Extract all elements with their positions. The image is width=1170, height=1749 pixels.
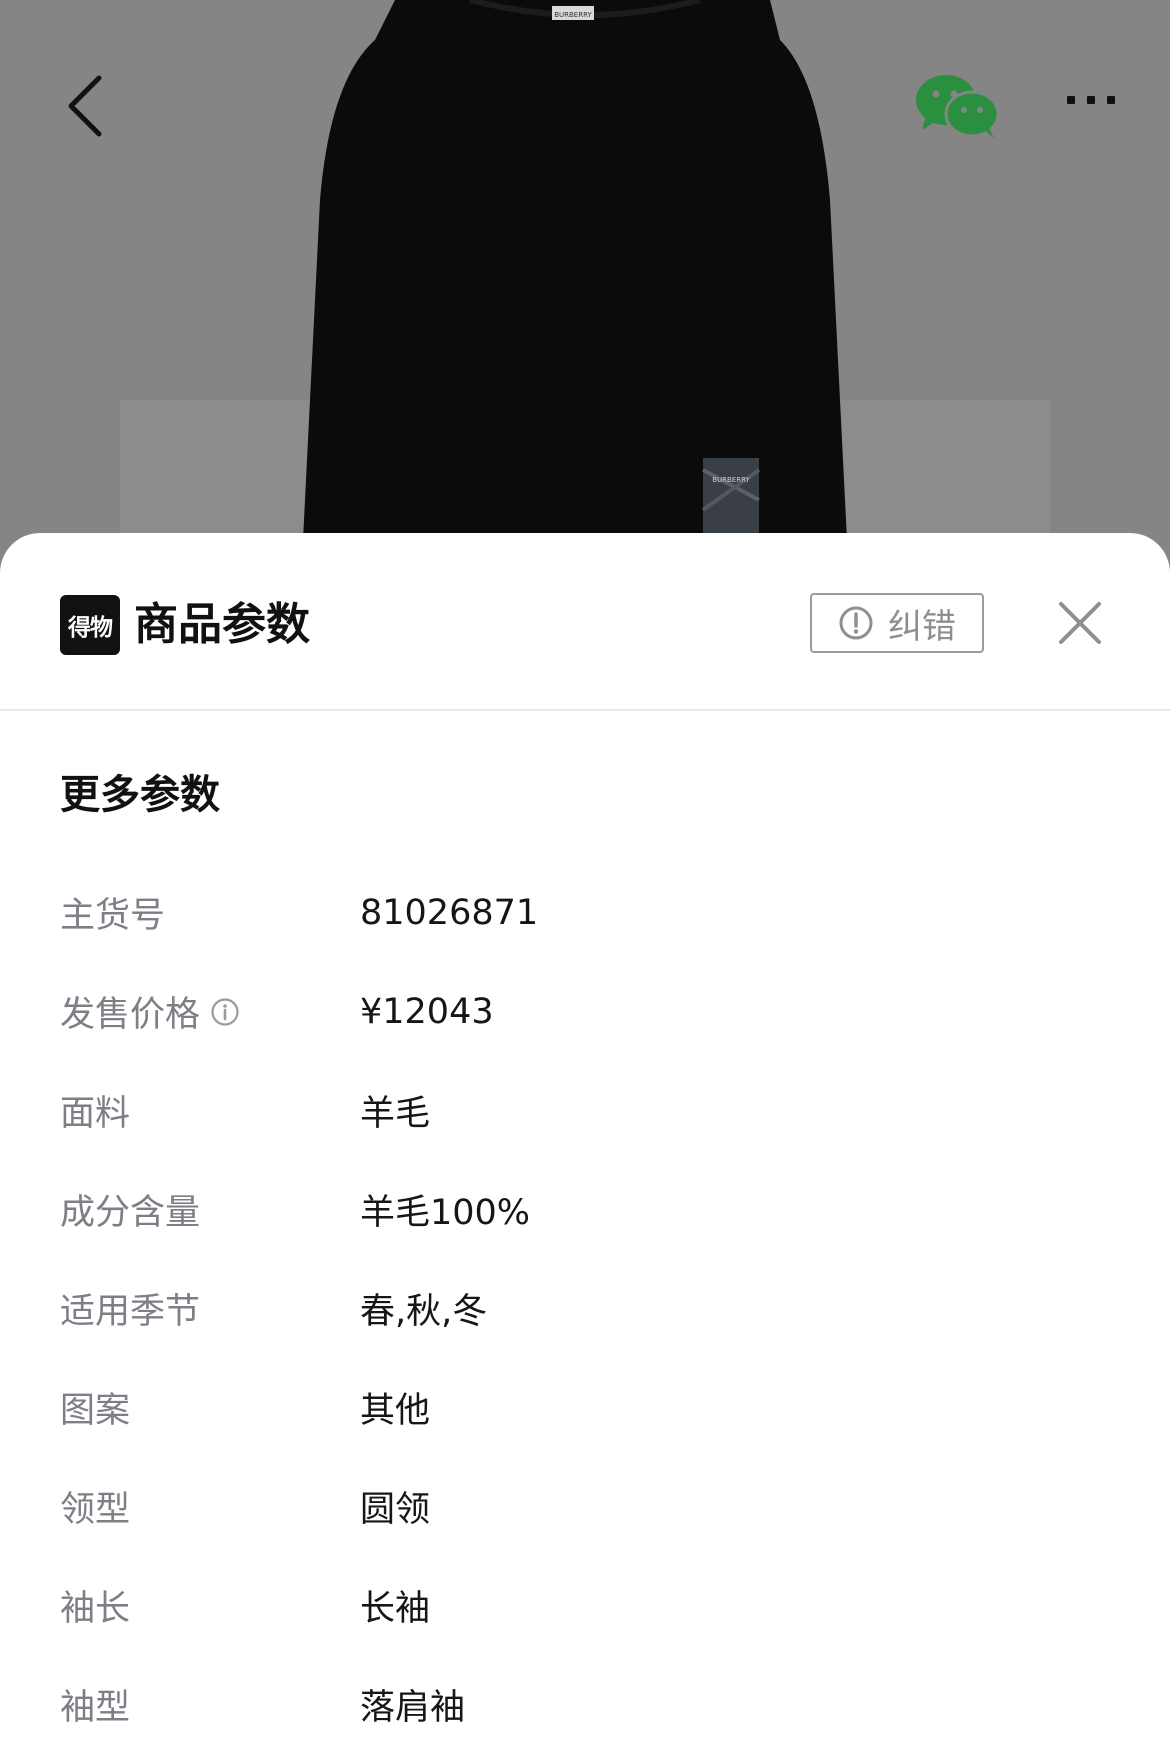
- param-value: 81026871: [360, 892, 539, 933]
- param-label-text: 发售价格: [60, 995, 201, 1035]
- param-label: 面料: [60, 1094, 131, 1134]
- patch-label-text: BURBERRY: [712, 476, 750, 484]
- param-label: 图案: [60, 1391, 131, 1431]
- product-params-sheet: 得物 商品参数 纠错 更多参数 主货号 81026871 发售价格 ¥12043…: [0, 533, 1170, 1749]
- report-error-button[interactable]: 纠错: [810, 593, 984, 653]
- param-value: 羊毛: [360, 1094, 431, 1134]
- param-row: 适用季节 春,秋,冬: [0, 1259, 1170, 1358]
- param-label: 成分含量: [60, 1193, 201, 1233]
- wechat-icon: [916, 75, 1000, 138]
- param-label: 主货号: [60, 896, 166, 936]
- more-dot: [1107, 96, 1115, 104]
- param-row: 面料 羊毛: [0, 1061, 1170, 1160]
- exclamation-circle-icon: [838, 605, 874, 641]
- param-label: 领型: [60, 1490, 131, 1530]
- more-dots-icon: [1067, 96, 1075, 104]
- param-row: 主货号 81026871: [0, 863, 1170, 962]
- product-photo: BURBERRY BURBERRY: [0, 0, 1170, 600]
- param-value: 长袖: [360, 1589, 431, 1629]
- param-value: 圆领: [360, 1490, 431, 1530]
- section-title: 更多参数: [60, 772, 220, 818]
- param-label-with-info: 发售价格: [60, 986, 240, 1037]
- sheet-title: 商品参数: [134, 599, 310, 650]
- param-row: 领型 圆领: [0, 1457, 1170, 1556]
- param-label: 适用季节: [60, 1292, 201, 1332]
- close-button[interactable]: [1052, 595, 1108, 651]
- chevron-left-icon: [68, 75, 102, 137]
- info-circle-icon[interactable]: [210, 997, 240, 1027]
- param-label: 袖长: [60, 1589, 131, 1629]
- param-row: 图案 其他: [0, 1358, 1170, 1457]
- wechat-share-button[interactable]: [912, 70, 1002, 142]
- sheet-header: 得物 商品参数 纠错: [0, 533, 1170, 711]
- param-value: ¥12043: [360, 991, 494, 1032]
- more-dot: [1087, 96, 1095, 104]
- param-value: 其他: [360, 1391, 431, 1431]
- more-button[interactable]: [1048, 80, 1134, 120]
- param-value: 羊毛100%: [360, 1193, 531, 1233]
- neck-label-text: BURBERRY: [554, 11, 592, 19]
- param-value: 春,秋,冬: [360, 1292, 488, 1332]
- param-label: 袖型: [60, 1688, 131, 1728]
- brand-logo: 得物: [60, 595, 120, 655]
- param-row: 袖型 落肩袖: [0, 1655, 1170, 1749]
- back-button[interactable]: [52, 66, 118, 146]
- param-row: 袖长 长袖: [0, 1556, 1170, 1655]
- param-row: 发售价格 ¥12043: [0, 962, 1170, 1061]
- close-icon: [1059, 602, 1101, 644]
- brand-logo-text: 得物: [68, 615, 113, 641]
- param-value: 落肩袖: [360, 1688, 466, 1728]
- report-error-label: 纠错: [888, 606, 956, 647]
- param-row: 成分含量 羊毛100%: [0, 1160, 1170, 1259]
- param-list: 主货号 81026871 发售价格 ¥12043 面料 羊毛 成分含量 羊毛10…: [0, 863, 1170, 1749]
